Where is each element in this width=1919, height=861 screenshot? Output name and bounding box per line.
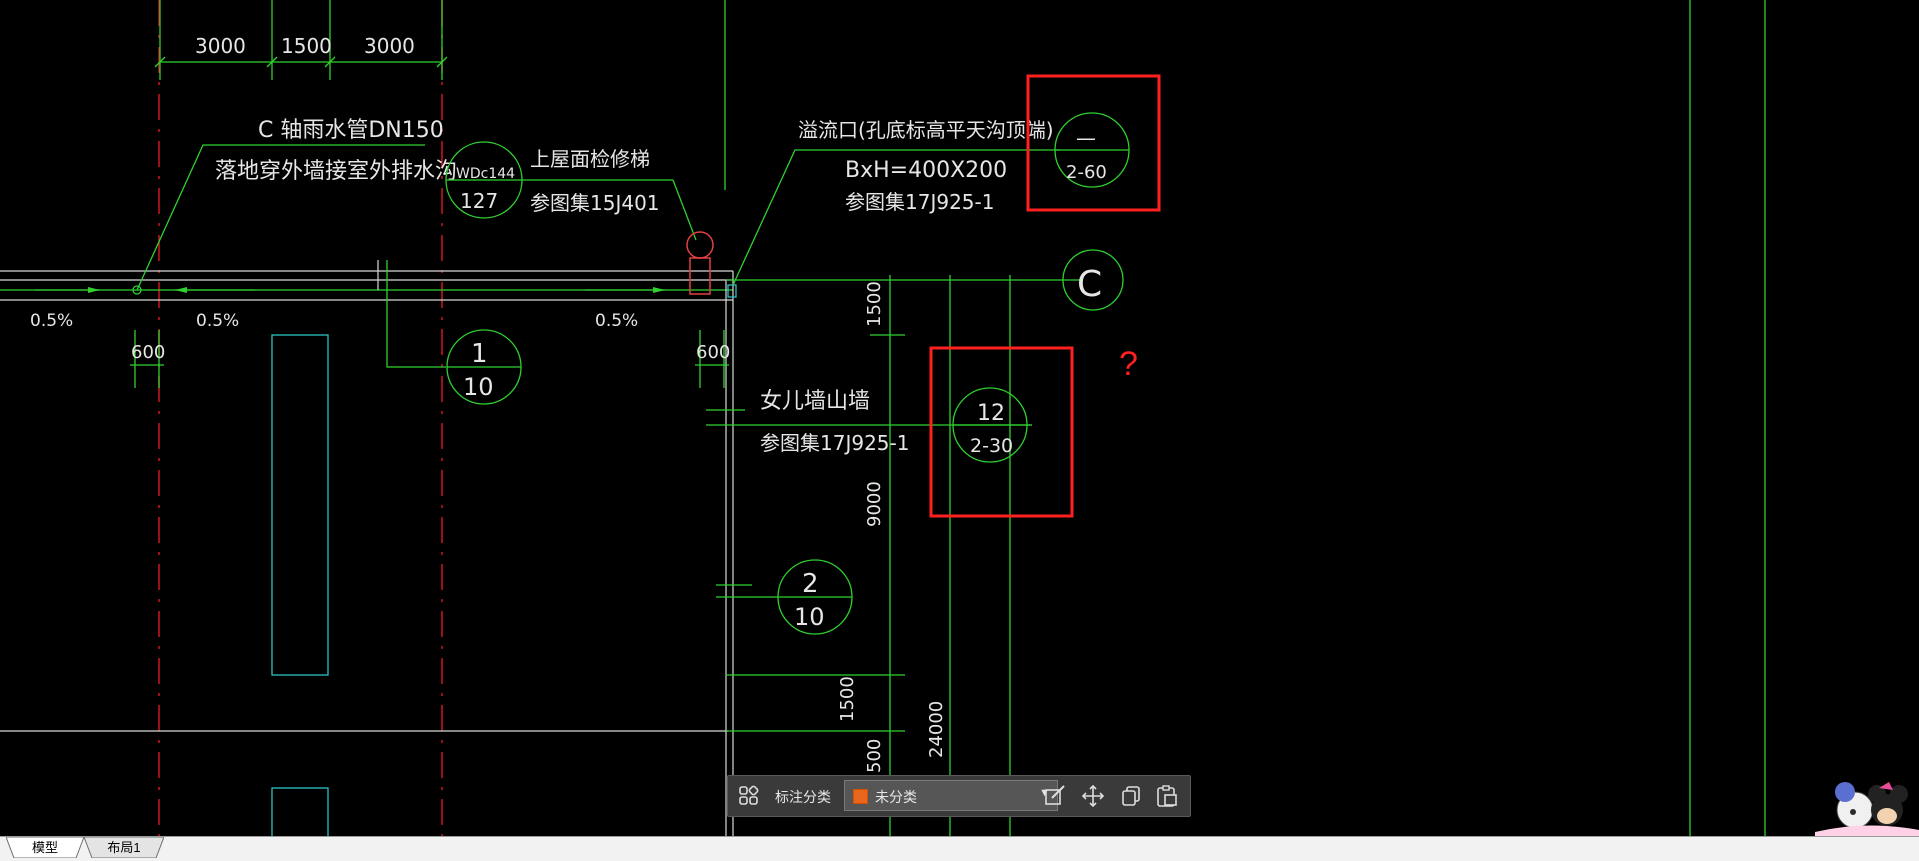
question-mark: ? <box>1119 345 1138 383</box>
dimension-1500: 1500 <box>281 34 332 58</box>
parapet-ref: 参图集17J925-1 <box>760 431 909 455</box>
copy-icon[interactable] <box>1118 784 1144 808</box>
column-hatched <box>271 334 329 676</box>
ladder-detail <box>686 231 737 298</box>
dim-600-left: 600 <box>131 342 165 363</box>
overflow-label: 溢流口(孔底标高平天沟顶端) <box>798 118 1054 142</box>
section-1-leader <box>386 260 446 368</box>
vdim-9000: 9000 <box>864 481 885 527</box>
ladder-label: 上屋面检修梯 <box>530 147 650 171</box>
move-icon[interactable] <box>1080 784 1106 808</box>
parapet-callout-bottom: 2-30 <box>970 435 1013 457</box>
slope-label: 0.5% <box>595 311 638 331</box>
parapet-callout-top: 12 <box>977 401 1005 426</box>
ladder-ref: 参图集15J401 <box>530 191 660 215</box>
mascot-sticker <box>1815 780 1919 841</box>
vdim-1500-bottom: 1500 <box>837 676 858 722</box>
tab-layout1[interactable]: 布局1 <box>84 837 164 858</box>
dimension-3000-left: 3000 <box>195 34 246 58</box>
parapet-label: 女儿墙山墙 <box>760 389 870 414</box>
edit-icon[interactable] <box>1042 784 1068 808</box>
drain-label: 落地穿外墙接室外排水沟 <box>215 159 457 184</box>
dim-600-marks <box>130 330 729 388</box>
tab-model-label: 模型 <box>31 840 58 855</box>
annotation-category-label: 标注分类 <box>775 789 831 805</box>
rain-pipe-label: C 轴雨水管DN150 <box>258 118 444 143</box>
ladder-leader <box>672 179 697 241</box>
annotation-toolbar: 标注分类 未分类 ▼ <box>727 775 1191 817</box>
section-1-top: 1 <box>471 339 488 369</box>
annotation-category-select[interactable]: 未分类 ▼ <box>844 780 1058 811</box>
axis-bubble-label: C <box>1077 264 1102 305</box>
ladder-symbol-top: WDc144 <box>456 166 515 182</box>
grid-icon[interactable] <box>736 784 762 808</box>
tab-model[interactable]: 模型 <box>6 837 84 858</box>
paste-icon[interactable] <box>1154 784 1180 808</box>
section-1-bottom: 10 <box>463 373 494 401</box>
vdim-24000: 24000 <box>926 701 947 758</box>
overflow-callout-top: — <box>1076 126 1096 150</box>
column-hatched-lower <box>271 787 329 836</box>
overflow-callout-bottom: 2-60 <box>1066 162 1107 183</box>
layout-tab-bar: 模型 布局1 <box>0 836 1919 861</box>
overflow-size: BxH=400X200 <box>845 158 1007 183</box>
annotation-category-value: 未分类 <box>875 789 917 805</box>
vdim-500: 500 <box>864 739 885 773</box>
slope-label: 0.5% <box>30 311 73 331</box>
cad-drawing-canvas[interactable]: 3000 1500 3000 0.5% 0.5% 0.5% C 轴雨水管DN15… <box>0 0 1919 836</box>
category-color-swatch <box>853 789 868 804</box>
overflow-ref: 参图集17J925-1 <box>845 190 994 214</box>
slope-label: 0.5% <box>196 311 239 331</box>
dim-600-right: 600 <box>696 342 730 363</box>
highlight-box-parapet <box>929 346 1074 518</box>
dimension-3000-right: 3000 <box>364 34 415 58</box>
ladder-symbol-bottom: 127 <box>460 189 498 213</box>
tab-layout1-label: 布局1 <box>107 840 141 855</box>
section-2-top: 2 <box>802 569 819 599</box>
section-2-bottom: 10 <box>794 603 825 631</box>
vdim-1500-top: 1500 <box>864 281 885 327</box>
